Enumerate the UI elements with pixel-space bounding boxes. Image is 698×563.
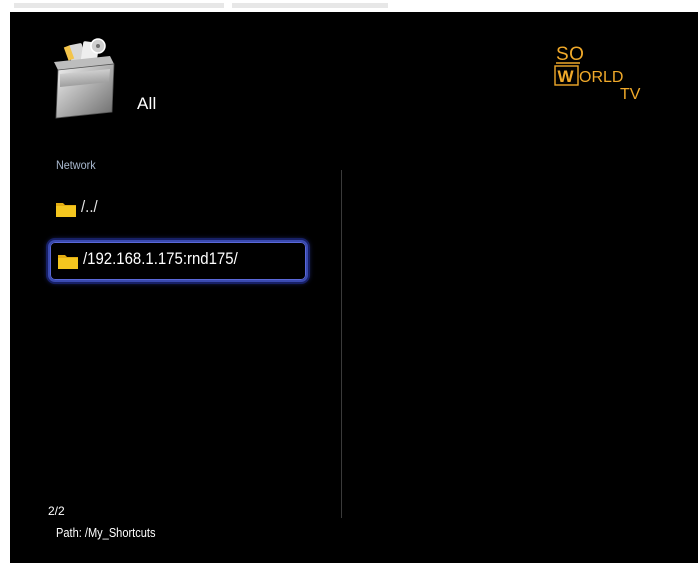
media-box-icon [48, 34, 120, 120]
section-label: Network [56, 158, 96, 172]
logo-line1: SO [556, 44, 584, 65]
folder-icon [56, 201, 76, 217]
logo-line2-rest: ORLD [579, 69, 623, 86]
tv-screen: All SO W ORLD TV Network /../ /192.168.1… [10, 12, 698, 563]
logo-line2-prefix: W [558, 67, 575, 86]
folder-icon [58, 253, 78, 269]
list-item-network-share[interactable]: /192.168.1.175:rnd175/ [48, 240, 308, 282]
logo-line3: TV [620, 86, 641, 102]
list-item-label: /../ [81, 197, 98, 216]
item-counter: 2/2 [48, 504, 65, 518]
top-strip [0, 0, 698, 12]
so-world-tv-logo: SO W ORLD TV [554, 40, 650, 103]
list-item-label: /192.168.1.175:rnd175/ [83, 249, 238, 268]
list-item-parent-directory[interactable]: /../ [46, 188, 308, 230]
current-path: Path: /My_Shortcuts [56, 525, 156, 540]
panel-divider [341, 170, 342, 518]
category-label: All [137, 94, 157, 113]
